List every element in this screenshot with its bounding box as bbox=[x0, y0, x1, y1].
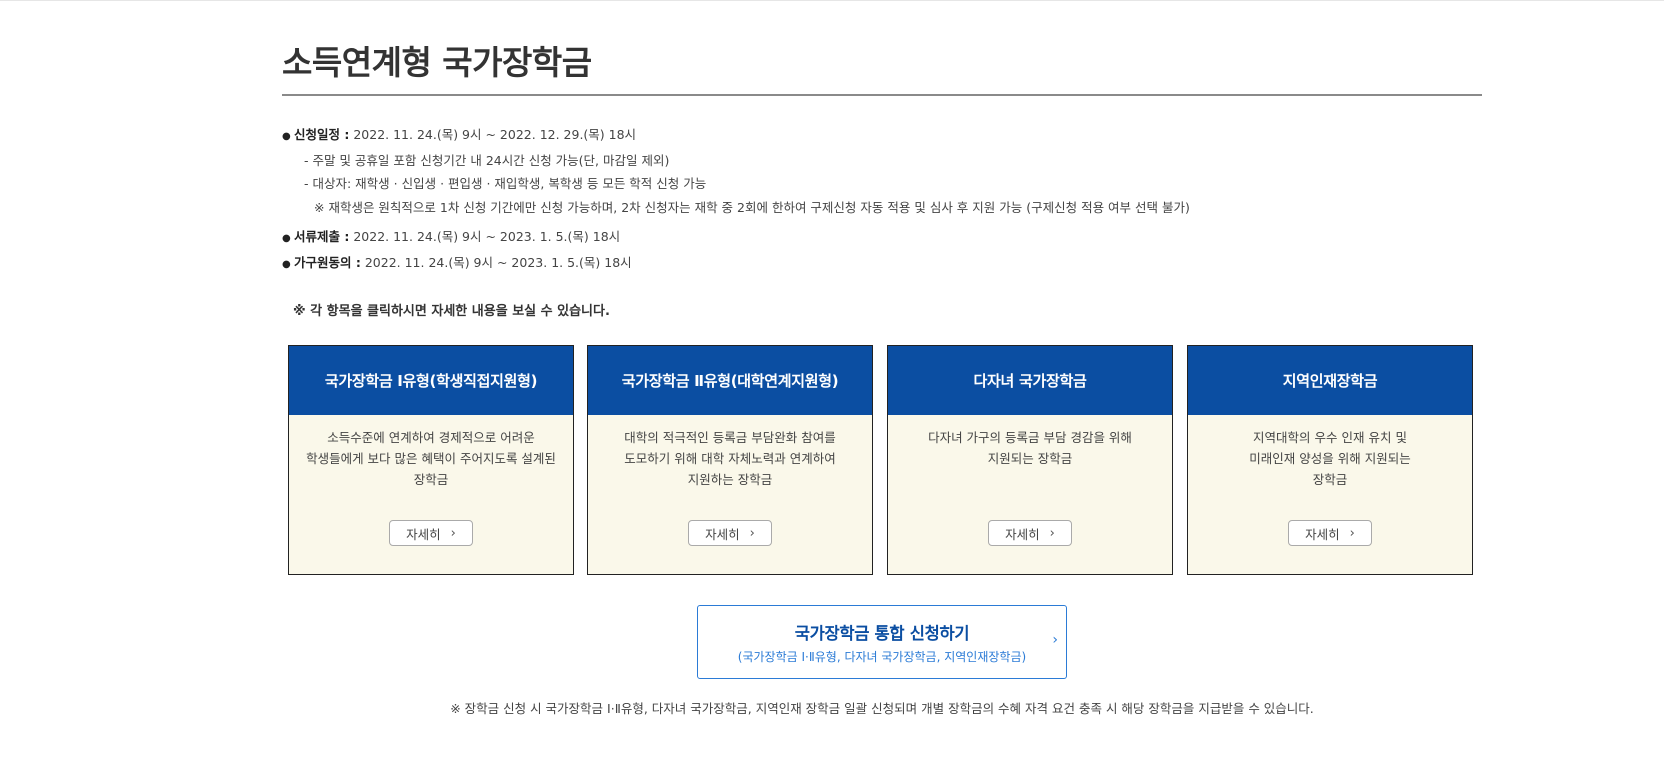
click-instruction: ※ 각 항목을 클릭하시면 자세한 내용을 보실 수 있습니다. bbox=[293, 304, 610, 319]
chevron-right-icon: › bbox=[1052, 632, 1058, 648]
detail-button-label: 자세히 bbox=[705, 526, 740, 542]
consent-schedule-label: 가구원동의 : bbox=[294, 254, 361, 270]
card-regional[interactable]: 지역인재장학금 지역대학의 우수 인재 유치 및 미래인재 양성을 위해 지원되… bbox=[1187, 345, 1473, 575]
card-title[interactable]: 국가장학금 Ⅱ유형(대학연계지원형) bbox=[588, 346, 872, 415]
docs-schedule-value: 2022. 11. 24.(목) 9시 ~ 2023. 1. 5.(목) 18시 bbox=[353, 229, 621, 244]
card-title[interactable]: 국가장학금 Ⅰ유형(학생직접지원형) bbox=[289, 346, 573, 415]
card-type1[interactable]: 국가장학금 Ⅰ유형(학생직접지원형) 소득수준에 연계하여 경제적으로 어려운 … bbox=[288, 345, 574, 575]
chevron-right-icon: › bbox=[1049, 525, 1055, 541]
scholarship-cards: 국가장학금 Ⅰ유형(학생직접지원형) 소득수준에 연계하여 경제적으로 어려운 … bbox=[288, 345, 1488, 577]
apply-schedule-value: 2022. 11. 24.(목) 9시 ~ 2022. 12. 29.(목) 1… bbox=[353, 127, 637, 142]
consent-schedule-row: ● 가구원동의 : 2022. 11. 24.(목) 9시 ~ 2023. 1. … bbox=[282, 251, 1482, 277]
content-container: 소득연계형 국가장학금 ● 신청일정 : 2022. 11. 24.(목) 9시 … bbox=[282, 0, 1482, 716]
page-title: 소득연계형 국가장학금 bbox=[282, 43, 592, 82]
chevron-right-icon: › bbox=[749, 525, 755, 541]
consent-schedule-value: 2022. 11. 24.(목) 9시 ~ 2023. 1. 5.(목) 18시 bbox=[364, 254, 632, 270]
schedule-info: ● 신청일정 : 2022. 11. 24.(목) 9시 ~ 2022. 12. … bbox=[282, 123, 1482, 276]
apply-sub-1: - 주말 및 공휴일 포함 신청기간 내 24시간 신청 가능(단, 마감일 제… bbox=[304, 152, 670, 168]
card-title[interactable]: 지역인재장학금 bbox=[1188, 346, 1472, 415]
card-type2[interactable]: 국가장학금 Ⅱ유형(대학연계지원형) 대학의 적극적인 등록금 부담완화 참여를… bbox=[587, 345, 873, 575]
card-description: 소득수준에 연계하여 경제적으로 어려운 학생들에게 보다 많은 혜택이 주어지… bbox=[306, 430, 556, 487]
detail-button[interactable]: 자세히 › bbox=[1288, 520, 1372, 546]
detail-button-label: 자세히 bbox=[1305, 526, 1340, 542]
bullet-icon: ● bbox=[282, 131, 291, 142]
detail-button[interactable]: 자세히 › bbox=[988, 520, 1072, 546]
docs-schedule-label: 서류제출 : bbox=[294, 229, 350, 244]
bullet-icon: ● bbox=[282, 233, 291, 244]
apply-sub-2: - 대상자: 재학생 · 신입생 · 편입생 · 재입학생, 복학생 등 모든 … bbox=[304, 176, 707, 191]
card-multi-child[interactable]: 다자녀 국가장학금 다자녀 가구의 등록금 부담 경감을 위해 지원되는 장학금… bbox=[887, 345, 1173, 575]
apply-button-title: 국가장학금 통합 신청하기 bbox=[794, 624, 970, 643]
apply-note: ※ 재학생은 원칙적으로 1차 신청 기간에만 신청 가능하며, 2차 신청자는… bbox=[314, 199, 1190, 215]
apply-schedule-label: 신청일정 : bbox=[294, 127, 350, 142]
chevron-right-icon: › bbox=[450, 525, 456, 541]
card-description: 다자녀 가구의 등록금 부담 경감을 위해 지원되는 장학금 bbox=[928, 430, 1132, 466]
apply-schedule-row: ● 신청일정 : 2022. 11. 24.(목) 9시 ~ 2022. 12. … bbox=[282, 123, 1482, 149]
card-description: 대학의 적극적인 등록금 부담완화 참여를 도모하기 위해 대학 자체노력과 연… bbox=[624, 430, 836, 487]
title-divider bbox=[282, 94, 1482, 96]
card-title[interactable]: 다자녀 국가장학금 bbox=[888, 346, 1172, 415]
integrated-apply-button[interactable]: 국가장학금 통합 신청하기 (국가장학금 Ⅰ·Ⅱ유형, 다자녀 국가장학금, 지… bbox=[697, 605, 1067, 679]
apply-button-subtitle: (국가장학금 Ⅰ·Ⅱ유형, 다자녀 국가장학금, 지역인재장학금) bbox=[737, 650, 1027, 664]
docs-schedule-row: ● 서류제출 : 2022. 11. 24.(목) 9시 ~ 2023. 1. 5… bbox=[282, 225, 1482, 251]
bottom-note: ※ 장학금 신청 시 국가장학금 Ⅰ·Ⅱ유형, 다자녀 국가장학금, 지역인재 … bbox=[450, 701, 1314, 716]
detail-button[interactable]: 자세히 › bbox=[389, 520, 473, 546]
page: 소득연계형 국가장학금 ● 신청일정 : 2022. 11. 24.(목) 9시 … bbox=[0, 0, 1664, 767]
detail-button[interactable]: 자세히 › bbox=[688, 520, 772, 546]
bullet-icon: ● bbox=[282, 258, 291, 270]
detail-button-label: 자세히 bbox=[406, 526, 441, 542]
chevron-right-icon: › bbox=[1349, 525, 1355, 541]
card-description: 지역대학의 우수 인재 유치 및 미래인재 양성을 위해 지원되는 장학금 bbox=[1249, 430, 1411, 487]
detail-button-label: 자세히 bbox=[1005, 526, 1040, 542]
